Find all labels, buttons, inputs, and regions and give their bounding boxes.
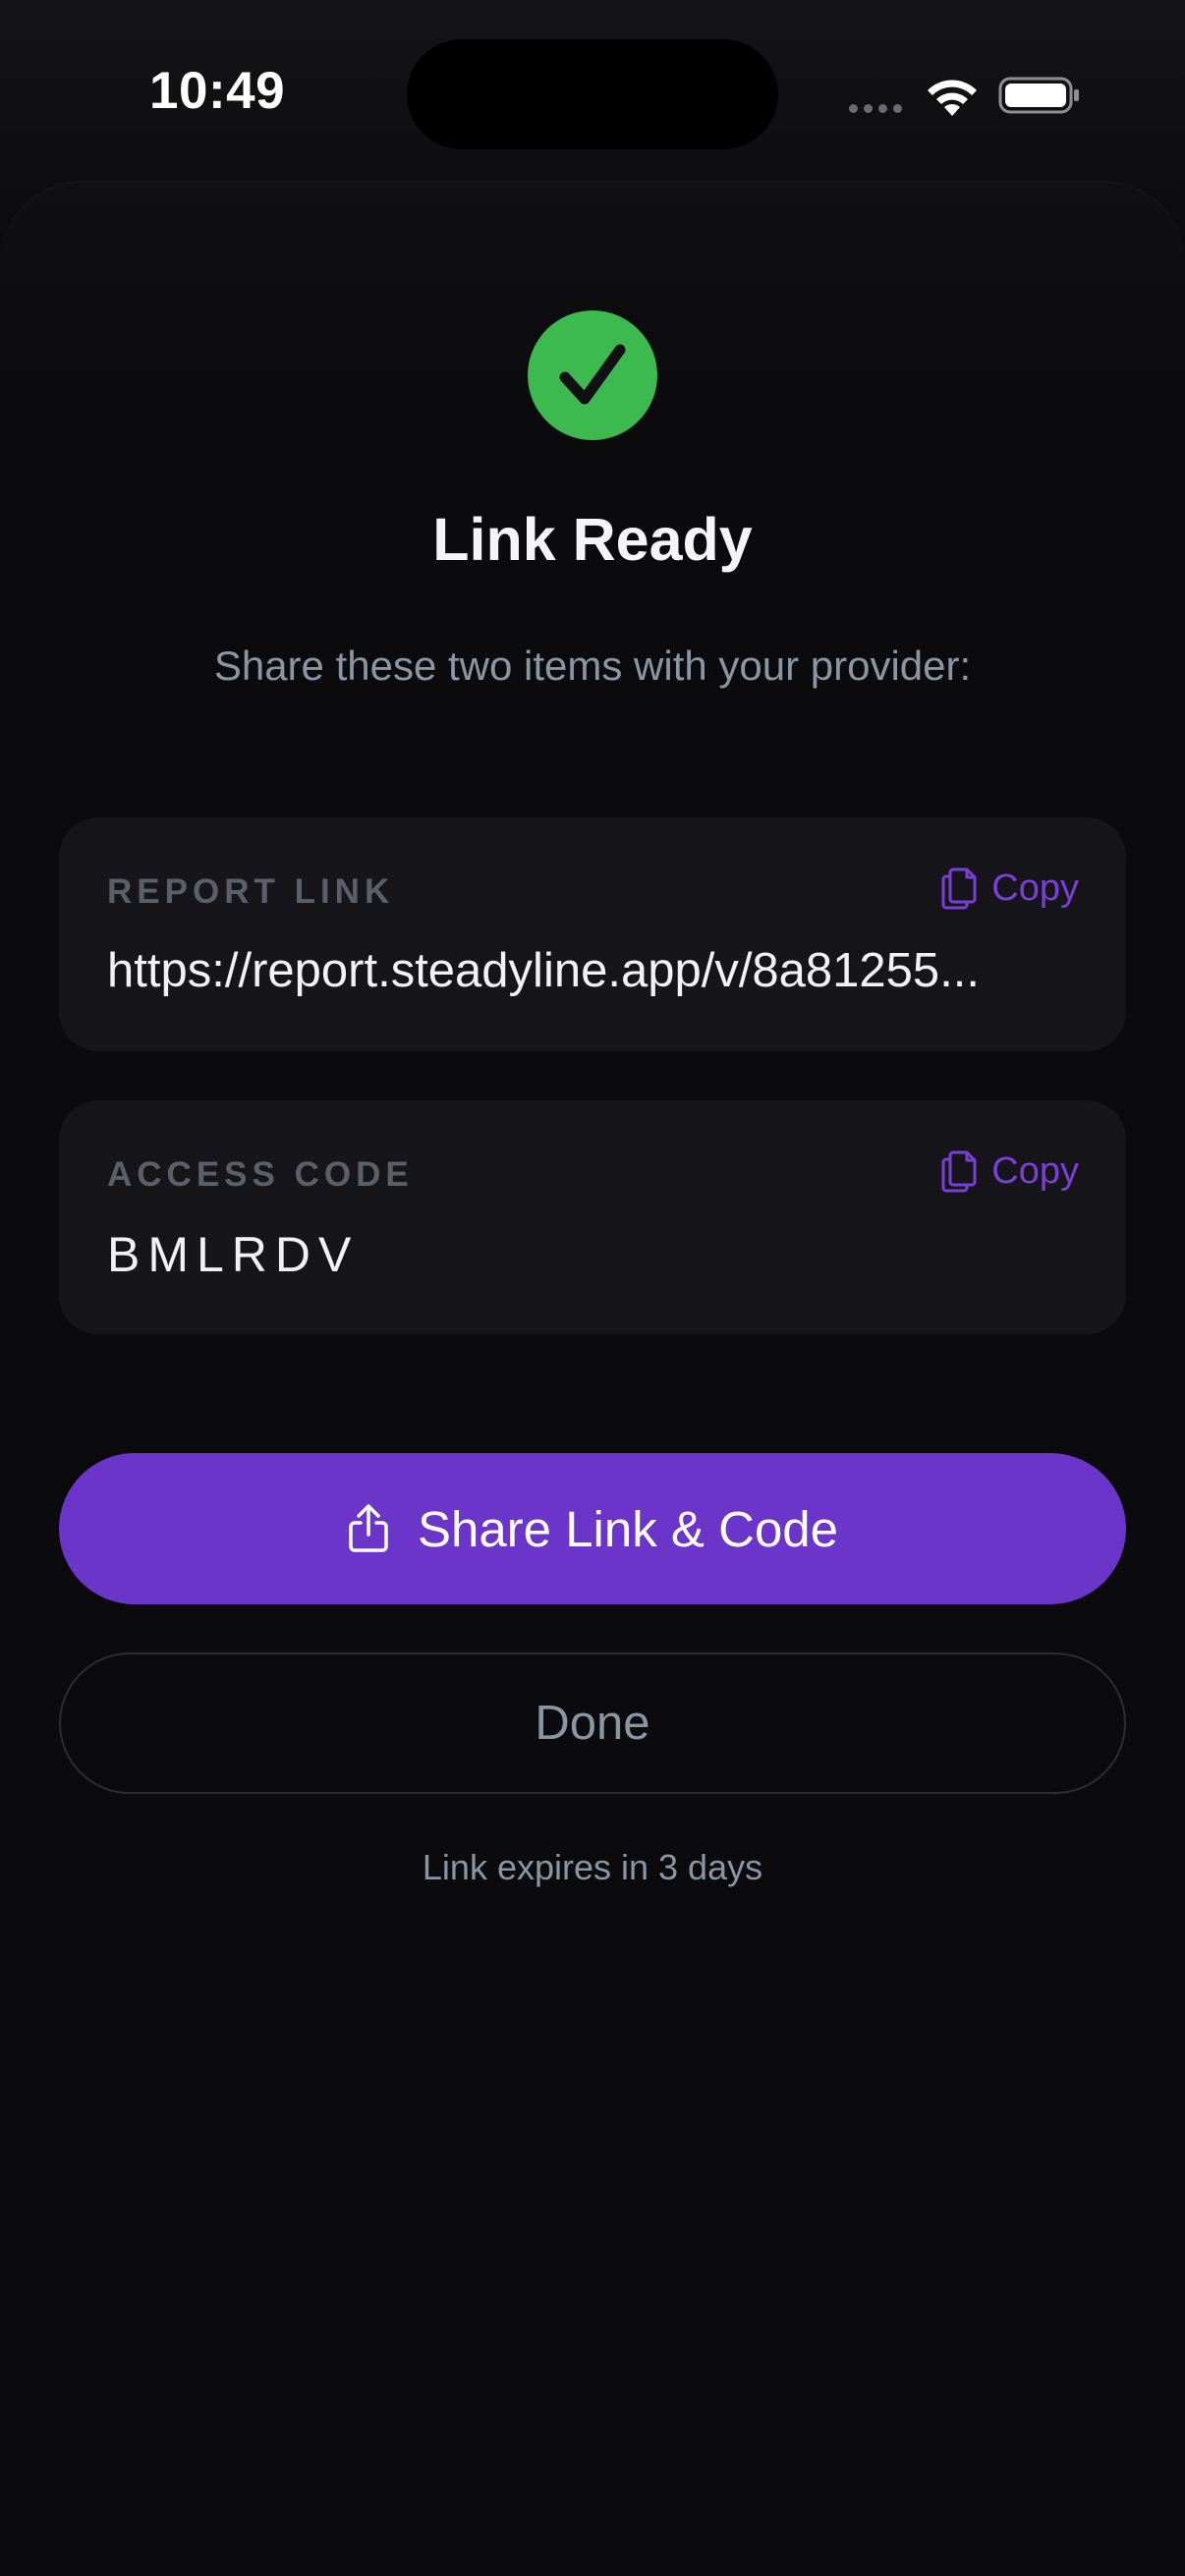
copy-code-label: Copy (991, 1149, 1079, 1192)
access-code-value: BMLRDV (107, 1227, 360, 1282)
battery-icon (998, 77, 1079, 114)
report-link-label: REPORT LINK (107, 872, 395, 911)
copy-link-label: Copy (991, 867, 1079, 909)
link-expiry-text: Link expires in 3 days (422, 1847, 763, 1887)
access-code-label: ACCESS CODE (107, 1155, 414, 1194)
copy-link-button[interactable]: Copy (940, 867, 1079, 910)
cellular-signal-icon (849, 104, 902, 113)
wifi-icon (928, 80, 977, 116)
dynamic-island (407, 39, 778, 149)
share-icon (349, 1504, 388, 1552)
report-link-card: REPORT LINK Copy https://report.steadyli… (59, 817, 1126, 1051)
page-title: Link Ready (432, 506, 753, 573)
copy-icon (941, 868, 977, 910)
screen: 10:49 Link Ready Share these two items w… (0, 0, 1185, 2576)
report-link-value: https://report.steadyline.app/v/8a81255.… (107, 944, 981, 997)
share-link-and-code-button[interactable]: Share Link & Code (59, 1453, 1126, 1604)
done-button-label: Done (535, 1697, 650, 1750)
copy-code-button[interactable]: Copy (940, 1149, 1079, 1193)
share-button-label: Share Link & Code (417, 1500, 839, 1557)
status-time: 10:49 (149, 62, 286, 120)
done-button[interactable]: Done (59, 1652, 1126, 1794)
access-code-card: ACCESS CODE Copy BMLRDV (59, 1100, 1126, 1334)
copy-icon (941, 1150, 977, 1193)
checkmark-circle-icon (528, 310, 657, 440)
page-subtitle: Share these two items with your provider… (213, 643, 972, 689)
